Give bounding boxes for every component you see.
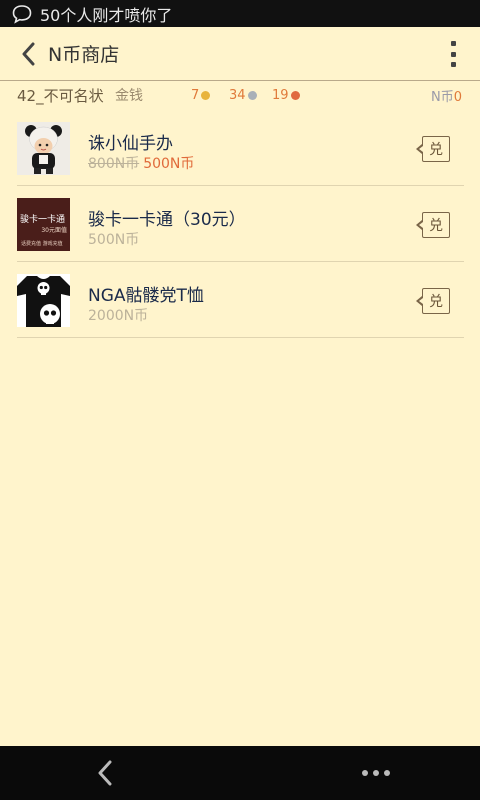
silver-count: 34 <box>229 88 257 103</box>
gold-value: 7 <box>191 87 200 103</box>
status-bar: 50个人刚才喷你了 <box>0 0 480 27</box>
product-name: 骏卡一卡通（30元） <box>88 210 246 230</box>
ncoin-balance: N币0 <box>431 86 462 105</box>
chevron-left-icon <box>22 42 35 65</box>
thumb-card-title: 骏卡一卡通 <box>20 215 66 225</box>
nav-more-button[interactable] <box>362 770 390 778</box>
panda-figure-image <box>17 122 70 175</box>
price-block: 2000N币 <box>88 305 148 325</box>
menu-dot-icon <box>450 62 456 67</box>
copper-value: 19 <box>272 87 289 103</box>
redeem-button[interactable]: 兑 <box>416 212 450 238</box>
price-block: 500N币 <box>88 229 139 249</box>
gold-count: 7 <box>191 87 211 103</box>
nav-back-button[interactable] <box>92 758 120 788</box>
more-dot-icon <box>384 770 390 776</box>
sale-price: 500N币 <box>143 156 195 172</box>
money-label: 金钱 <box>115 88 143 104</box>
thumb-card-value: 30元面值 <box>41 227 67 234</box>
more-dot-icon <box>362 770 368 776</box>
list-item[interactable]: NGA骷髅党T恤 2000N币 兑 <box>17 262 464 338</box>
skull-tshirt-image <box>17 274 70 327</box>
notification-text[interactable]: 50个人刚才喷你了 <box>40 2 172 26</box>
menu-dot-icon <box>450 51 456 57</box>
ncoin-label: N币 <box>430 89 454 105</box>
product-name: 诛小仙手办 <box>88 134 173 154</box>
silver-coin-icon <box>247 90 257 100</box>
redeem-button[interactable]: 兑 <box>416 288 450 314</box>
card-thumbnail: 骏卡一卡通 30元面值 话费充值 游戏充值 <box>17 198 70 251</box>
username: 42_不可名状 <box>17 86 104 105</box>
app-header: N币商店 <box>0 27 480 81</box>
price-block: 800N币 500N币 <box>88 153 194 173</box>
list-item[interactable]: 骏卡一卡通 30元面值 话费充值 游戏充值 骏卡一卡通（30元） 500N币 兑 <box>17 186 464 262</box>
back-button[interactable] <box>8 27 48 80</box>
product-list: 诛小仙手办 800N币 500N币 兑 骏卡一卡通 30元面值 话费充值 游戏充值… <box>17 110 464 338</box>
silver-value: 34 <box>229 87 246 103</box>
system-nav-bar <box>0 746 480 800</box>
tshirt-thumbnail <box>17 274 70 327</box>
copper-count: 19 <box>272 88 300 103</box>
list-item[interactable]: 诛小仙手办 800N币 500N币 兑 <box>17 110 464 186</box>
account-info-bar: 42_不可名状 金钱 7 34 19 N币0 <box>0 81 480 109</box>
chat-bubble-icon <box>12 4 32 24</box>
figurine-thumbnail <box>17 122 70 175</box>
product-price: 2000N币 <box>88 308 149 324</box>
original-price: 800N币 <box>88 156 140 172</box>
product-name: NGA骷髅党T恤 <box>88 286 204 306</box>
redeem-button[interactable]: 兑 <box>416 136 450 162</box>
overflow-menu-button[interactable] <box>448 41 458 67</box>
gold-coin-icon <box>201 90 211 100</box>
product-price: 500N币 <box>88 232 140 248</box>
thumb-card-caption: 话费充值 游戏充值 <box>21 241 63 247</box>
copper-coin-icon <box>290 90 300 100</box>
ncoin-value: 0 <box>453 89 462 105</box>
chevron-left-icon <box>98 760 112 786</box>
page-title: N币商店 <box>48 44 120 66</box>
menu-dot-icon <box>450 41 456 46</box>
more-dot-icon <box>373 770 379 776</box>
